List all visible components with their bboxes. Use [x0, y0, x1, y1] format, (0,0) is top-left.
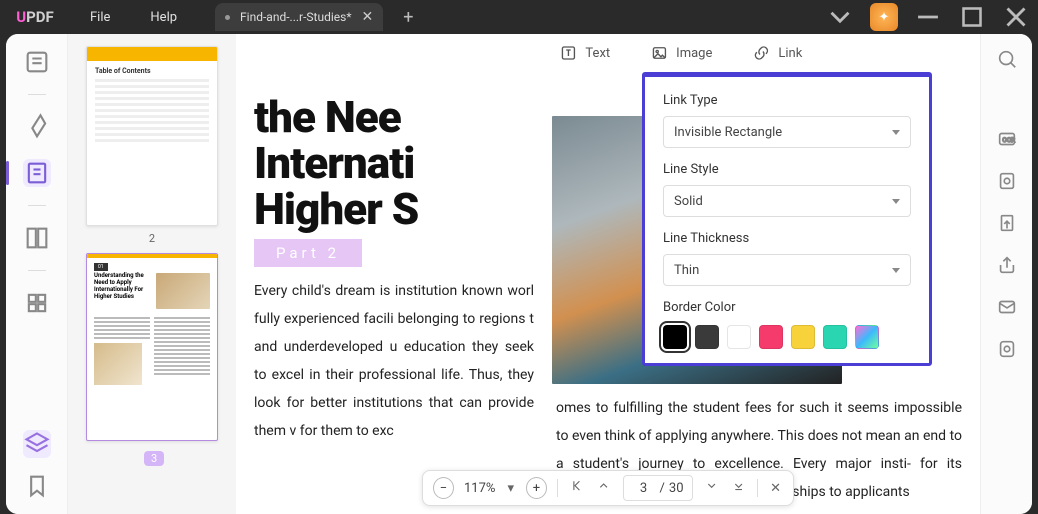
- text-icon: [559, 44, 577, 62]
- first-page-icon[interactable]: [568, 479, 585, 496]
- swatch-black[interactable]: [663, 325, 687, 349]
- swatch-teal[interactable]: [823, 325, 847, 349]
- share-icon[interactable]: [996, 254, 1018, 276]
- line-style-select[interactable]: Solid: [663, 185, 911, 217]
- last-page-icon[interactable]: [730, 479, 747, 496]
- close-tab-icon[interactable]: ✕: [362, 9, 374, 25]
- bookmark-icon[interactable]: [23, 472, 51, 500]
- svg-text:OCR: OCR: [1002, 136, 1015, 144]
- border-color-label: Border Color: [663, 300, 911, 315]
- page-number-input[interactable]: [632, 481, 656, 496]
- layers-icon[interactable]: [23, 430, 51, 458]
- thumbnail-page-3[interactable]: 01 Understanding the Need to Apply Inter…: [86, 253, 218, 441]
- zoom-page-toolbar: − 117% ▾ + / 30 ✕: [422, 470, 794, 506]
- search-icon[interactable]: [996, 48, 1018, 70]
- image-tool[interactable]: Image: [650, 44, 712, 62]
- zoom-out-button[interactable]: −: [433, 477, 454, 499]
- zoom-dropdown-icon[interactable]: ▾: [505, 481, 516, 496]
- line-style-label: Line Style: [663, 162, 911, 177]
- print-icon[interactable]: [996, 338, 1018, 360]
- ocr-icon[interactable]: OCR: [996, 128, 1018, 150]
- new-tab-button[interactable]: +: [399, 7, 417, 28]
- zoom-in-button[interactable]: +: [526, 477, 547, 499]
- watermark-icon[interactable]: [996, 212, 1018, 234]
- zoom-percent: 117%: [464, 481, 495, 496]
- link-type-select[interactable]: Invisible Rectangle: [663, 116, 911, 148]
- swatch-gradient[interactable]: [855, 325, 879, 349]
- menu-help[interactable]: Help: [130, 10, 197, 25]
- body-text-left: Every child's dream is institution known…: [254, 277, 552, 445]
- thumbnail-label-3: 3: [144, 451, 164, 466]
- tab-title: Find-and-...r-Studies*: [240, 10, 351, 24]
- organize-pages-icon[interactable]: [23, 224, 51, 252]
- document-tab[interactable]: Find-and-...r-Studies* ✕: [215, 3, 383, 31]
- email-icon[interactable]: [996, 296, 1018, 318]
- chevron-down-icon[interactable]: [818, 0, 862, 34]
- tools-icon[interactable]: [23, 289, 51, 317]
- swatch-pink[interactable]: [759, 325, 783, 349]
- menu-file[interactable]: File: [70, 10, 130, 25]
- reader-mode-icon[interactable]: [23, 48, 51, 76]
- text-tool[interactable]: Text: [559, 44, 610, 62]
- swatch-darkgray[interactable]: [695, 325, 719, 349]
- close-window-button[interactable]: [994, 0, 1038, 34]
- swatch-yellow[interactable]: [791, 325, 815, 349]
- swatch-white[interactable]: [727, 325, 751, 349]
- prev-page-icon[interactable]: [595, 479, 612, 496]
- page-heading: the Nee Internati Higher S: [254, 94, 552, 233]
- ai-sparkle-button[interactable]: ✦: [862, 0, 906, 34]
- crop-icon[interactable]: [996, 170, 1018, 192]
- color-swatches: [663, 325, 911, 349]
- maximize-button[interactable]: [950, 0, 994, 34]
- image-icon: [650, 44, 668, 62]
- thumbnail-label-2: 2: [86, 232, 218, 245]
- page-total: 30: [669, 481, 684, 496]
- link-tool[interactable]: Link: [752, 44, 802, 62]
- comment-tool-icon[interactable]: [23, 113, 51, 141]
- thumbnail-page-2[interactable]: Table of Contents: [86, 46, 218, 226]
- close-toolbar-icon[interactable]: ✕: [768, 481, 783, 496]
- app-logo: UPDF: [0, 8, 70, 26]
- line-thickness-select[interactable]: Thin: [663, 254, 911, 286]
- link-icon: [752, 44, 770, 62]
- tab-modified-dot: [225, 15, 230, 20]
- edit-tool-icon[interactable]: [23, 159, 51, 187]
- part-label: Part 2: [254, 239, 362, 267]
- thumbnails-panel: Table of Contents 2 01 Understanding the…: [68, 34, 236, 514]
- link-type-label: Link Type: [663, 93, 911, 108]
- line-thickness-label: Line Thickness: [663, 231, 911, 246]
- minimize-button[interactable]: [906, 0, 950, 34]
- link-properties-panel: Link Type Invisible Rectangle Line Style…: [642, 72, 932, 366]
- next-page-icon[interactable]: [703, 479, 720, 496]
